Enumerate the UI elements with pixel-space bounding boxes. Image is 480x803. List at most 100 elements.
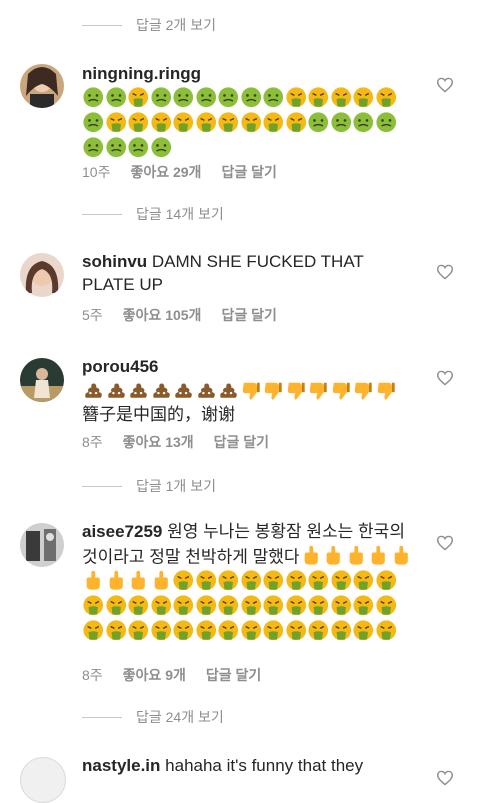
view-replies-toggle[interactable]: 답글 2개 보기 [82, 15, 216, 35]
reply-button[interactable]: 답글 달기 [206, 665, 261, 685]
thumbs-down-emoji-icon [352, 379, 375, 401]
avatar[interactable] [20, 523, 64, 567]
avatar[interactable] [20, 757, 66, 803]
vomit-emoji-icon [127, 111, 150, 133]
like-heart-icon[interactable] [436, 77, 454, 93]
like-heart-icon[interactable] [436, 370, 454, 386]
vomit-emoji-icon [285, 111, 308, 133]
view-replies-toggle[interactable]: 답글 24개 보기 [82, 707, 224, 727]
thumbs-down-emoji-icon [285, 379, 308, 401]
vomit-emoji-icon [307, 619, 330, 641]
vomit-emoji-icon [330, 569, 353, 591]
vomit-emoji-icon [172, 569, 195, 591]
comment-username[interactable]: sohinvu [82, 252, 147, 271]
avatar-image [20, 253, 64, 297]
comment-username[interactable]: aisee7259 [82, 522, 162, 541]
comment-body: aisee7259 원영 누나는 봉황잠 원소는 한국의 것이라고 정말 천박하… [82, 521, 412, 644]
middle-finger-emoji-icon [150, 569, 173, 591]
comment-username[interactable]: ningning.ringg [82, 64, 201, 83]
comment-text: 簪子是中国的，谢谢 [82, 404, 235, 424]
vomit-emoji-icon [352, 569, 375, 591]
vomit-emoji-icon [172, 594, 195, 616]
vomit-emoji-icon [195, 569, 218, 591]
comment-likes[interactable]: 좋아요 29개 [130, 162, 201, 182]
comment-username[interactable]: nastyle.in [82, 756, 160, 775]
avatar-image [20, 523, 64, 567]
comment-meta: 8주 좋아요 9개 답글 달기 [82, 665, 261, 685]
vomit-emoji-icon [172, 111, 195, 133]
vomit-emoji-icon [105, 594, 128, 616]
vomit-emoji-icon [262, 111, 285, 133]
like-heart-icon[interactable] [436, 770, 454, 786]
vomit-emoji-icon [352, 619, 375, 641]
sick-emoji-icon [105, 136, 128, 158]
view-replies-label: 답글 14개 보기 [136, 206, 224, 222]
comment-meta: 10주 좋아요 29개 답글 달기 [82, 162, 277, 182]
vomit-emoji-icon [150, 111, 173, 133]
middle-finger-emoji-icon [345, 544, 368, 566]
vomit-emoji-icon [285, 569, 308, 591]
vomit-emoji-icon [105, 111, 128, 133]
thumbs-down-emoji-icon [240, 379, 263, 401]
comment-body: ningning.ringg [82, 63, 412, 161]
vomit-emoji-icon [105, 619, 128, 641]
vomit-emoji-icon [285, 619, 308, 641]
reply-button[interactable]: 답글 달기 [214, 432, 269, 452]
sick-emoji-icon [82, 136, 105, 158]
vomit-emoji-icon [195, 594, 218, 616]
vomit-emoji-icon [375, 569, 398, 591]
comment-username[interactable]: porou456 [82, 357, 159, 376]
vomit-emoji-icon [285, 594, 308, 616]
avatar[interactable] [20, 64, 64, 108]
thumbs-down-emoji-icon [375, 379, 398, 401]
sick-emoji-icon [82, 111, 105, 133]
comment-time: 8주 [82, 434, 103, 450]
poop-emoji-icon [195, 379, 218, 401]
vomit-emoji-icon [217, 569, 240, 591]
comment-likes[interactable]: 좋아요 9개 [123, 665, 186, 685]
view-replies-toggle[interactable]: 답글 14개 보기 [82, 204, 224, 224]
sick-emoji-icon [82, 86, 105, 108]
poop-emoji-icon [105, 379, 128, 401]
vomit-emoji-icon [352, 594, 375, 616]
vomit-emoji-icon [285, 86, 308, 108]
sick-emoji-icon [150, 86, 173, 108]
thread-divider [82, 213, 122, 215]
sick-emoji-icon [105, 86, 128, 108]
sick-emoji-icon [307, 111, 330, 133]
vomit-emoji-icon [307, 569, 330, 591]
middle-finger-emoji-icon [105, 569, 128, 591]
vomit-emoji-icon [330, 619, 353, 641]
like-heart-icon[interactable] [436, 535, 454, 551]
comment-meta: 8주 좋아요 13개 답글 달기 [82, 432, 269, 452]
like-heart-icon[interactable] [436, 264, 454, 280]
vomit-emoji-icon [375, 86, 398, 108]
comment-body: nastyle.in hahaha it's funny that they [82, 755, 412, 778]
comment-likes[interactable]: 좋아요 105개 [123, 305, 202, 325]
thread-divider [82, 24, 122, 26]
middle-finger-emoji-icon [82, 569, 105, 591]
vomit-emoji-icon [150, 594, 173, 616]
sick-emoji-icon [217, 86, 240, 108]
sick-emoji-icon [127, 136, 150, 158]
middle-finger-emoji-icon [300, 544, 323, 566]
vomit-emoji-icon [240, 111, 263, 133]
vomit-emoji-icon [375, 619, 398, 641]
reply-button[interactable]: 답글 달기 [221, 305, 276, 325]
reply-button[interactable]: 답글 달기 [221, 162, 276, 182]
vomit-emoji-icon [217, 619, 240, 641]
avatar-image [20, 358, 64, 402]
emoji-row [82, 86, 398, 158]
avatar[interactable] [20, 253, 64, 297]
vomit-emoji-icon [127, 86, 150, 108]
sick-emoji-icon [150, 136, 173, 158]
avatar[interactable] [20, 358, 64, 402]
vomit-emoji-icon [307, 594, 330, 616]
comment-likes[interactable]: 좋아요 13개 [123, 432, 194, 452]
view-replies-label: 답글 1개 보기 [136, 478, 216, 494]
comment-time: 5주 [82, 307, 103, 323]
vomit-emoji-icon [262, 594, 285, 616]
vomit-emoji-icon [217, 111, 240, 133]
vomit-emoji-icon [307, 86, 330, 108]
view-replies-toggle[interactable]: 답글 1개 보기 [82, 476, 216, 496]
